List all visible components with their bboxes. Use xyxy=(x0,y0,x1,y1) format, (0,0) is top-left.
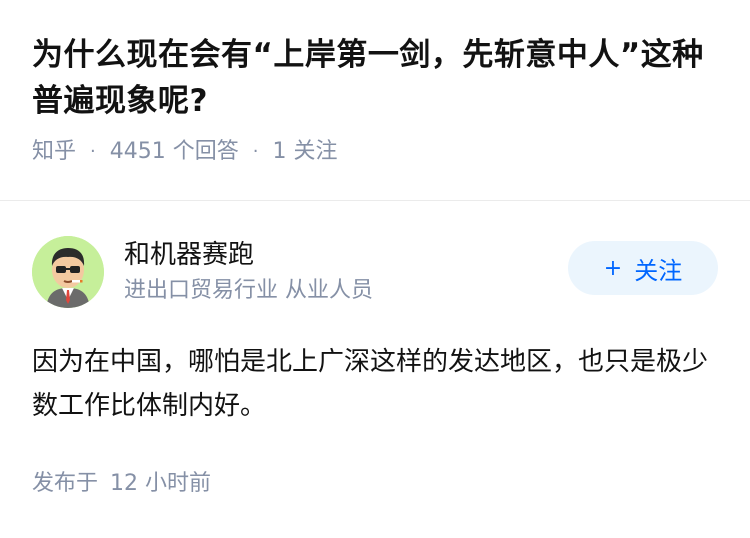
answer-content[interactable]: 因为在中国，哪怕是北上广深这样的发达地区，也只是极少数工作比体制内好。 xyxy=(32,340,712,428)
author-info: 和机器赛跑 进出口贸易行业 从业人员 xyxy=(124,237,568,307)
source-label[interactable]: 知乎 xyxy=(32,136,76,168)
section-divider xyxy=(0,200,750,201)
author-headline: 进出口贸易行业 从业人员 xyxy=(124,278,373,303)
cartoon-avatar-icon xyxy=(32,236,104,308)
zhihu-answer-page: 为什么现在会有“上岸第一剑，先斩意中人”这种普遍现象呢? 知乎 · 4451 个… xyxy=(0,0,750,538)
author-name[interactable]: 和机器赛跑 xyxy=(124,237,568,273)
published-time: 12 小时前 xyxy=(110,471,212,496)
published-label: 发布于 xyxy=(32,471,99,496)
question-title[interactable]: 为什么现在会有“上岸第一剑，先斩意中人”这种普遍现象呢? xyxy=(32,32,718,124)
author-row: 和机器赛跑 进出口贸易行业 从业人员 + 关注 xyxy=(32,236,718,308)
question-header: 为什么现在会有“上岸第一剑，先斩意中人”这种普遍现象呢? 知乎 · 4451 个… xyxy=(0,0,750,168)
follow-button[interactable]: + 关注 xyxy=(568,241,718,295)
meta-separator: · xyxy=(90,141,96,162)
follow-count[interactable]: 1 关注 xyxy=(272,136,337,168)
answer-count[interactable]: 4451 个回答 xyxy=(110,136,239,168)
answer-timestamp: 发布于 12 小时前 xyxy=(32,468,718,500)
question-meta: 知乎 · 4451 个回答 · 1 关注 xyxy=(32,136,718,168)
follow-button-label: 关注 xyxy=(634,256,683,285)
answer-card: 和机器赛跑 进出口贸易行业 从业人员 + 关注 因为在中国，哪怕是北上广深这样的… xyxy=(32,236,718,500)
meta-separator: · xyxy=(252,141,259,162)
avatar[interactable] xyxy=(32,236,104,308)
plus-icon: + xyxy=(603,255,623,281)
